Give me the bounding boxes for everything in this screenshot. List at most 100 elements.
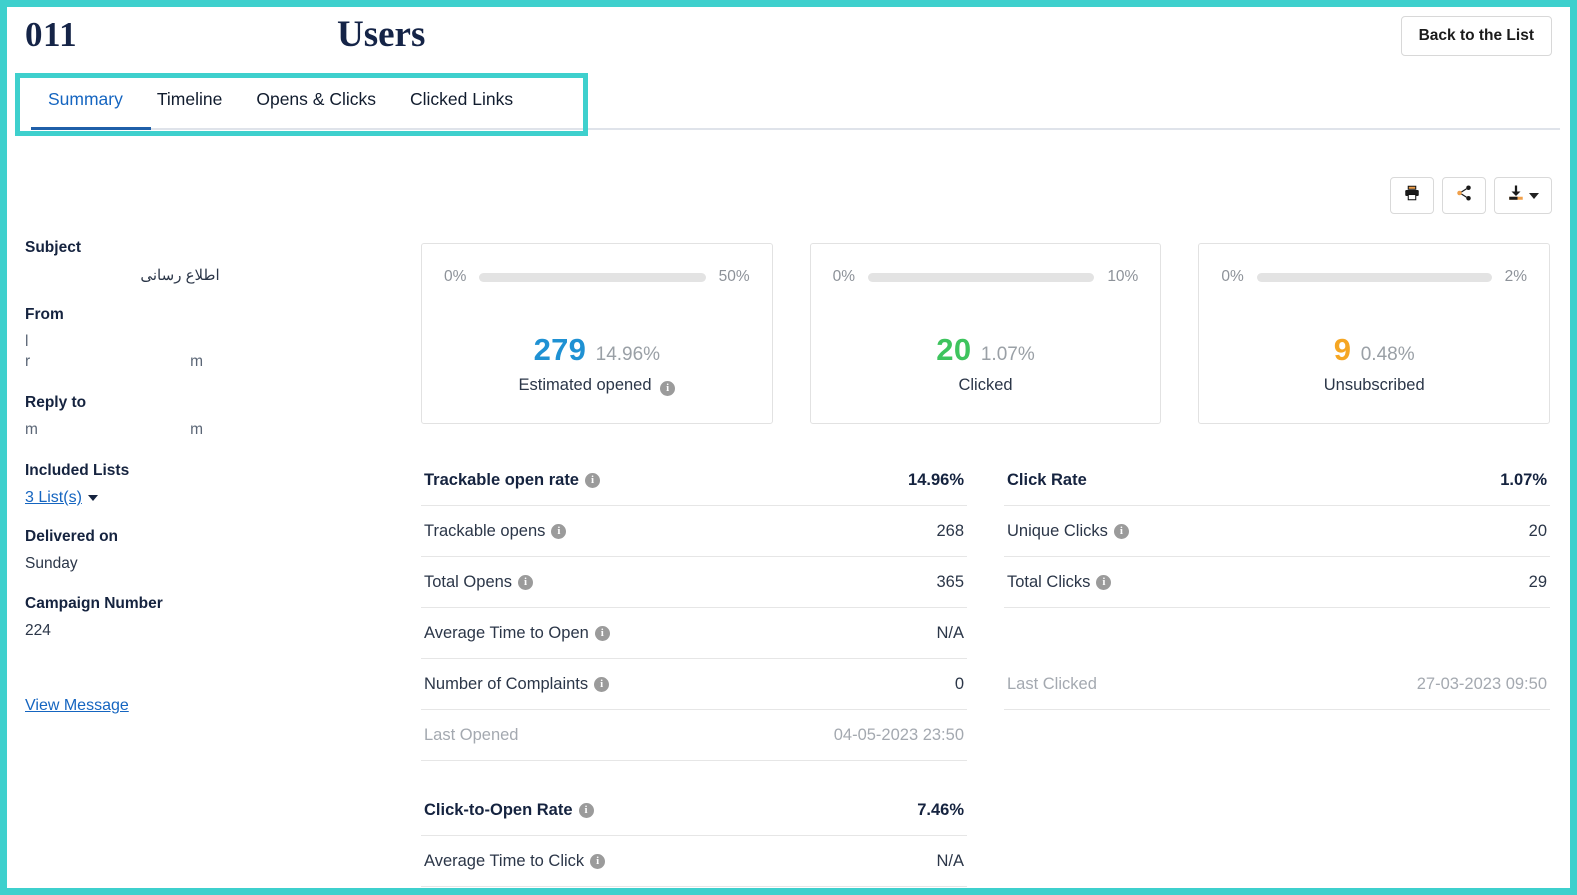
campaign-info-panel: Subject اطلاع رسانی From l r m Reply to … — [25, 239, 405, 715]
progress-row: 0% 2% — [1221, 268, 1527, 286]
row-value: 1.07% — [1500, 470, 1547, 489]
row-label-text: Last Opened — [424, 725, 519, 744]
card-unsubscribed: 0% 2% 9 0.48% Unsubscribed — [1198, 243, 1551, 424]
field-delivered-on: Delivered on Sunday — [25, 528, 405, 574]
card-clicked: 0% 10% 20 1.07% Clicked — [809, 243, 1162, 424]
card-percent: 14.96% — [595, 344, 661, 365]
card-min-label: 0% — [444, 268, 467, 285]
info-icon[interactable]: i — [594, 625, 610, 641]
table-row: Total Opens i 365 — [421, 557, 967, 608]
row-value: 14.96% — [908, 470, 964, 489]
row-label: Trackable opens i — [424, 521, 567, 541]
info-icon[interactable]: i — [594, 676, 610, 692]
card-caption: Unsubscribed — [1199, 376, 1549, 395]
delivered-on-value: Sunday — [25, 555, 78, 572]
row-value: 27-03-2023 09:50 — [1416, 674, 1547, 693]
table-row: Click-to-Open Rate i 7.46% — [421, 785, 967, 836]
row-label: Total Opens i — [424, 572, 534, 592]
card-max-label: 2% — [1504, 268, 1528, 285]
progress-track — [479, 272, 706, 282]
table-row: Total Clicks i 29 — [1004, 557, 1550, 608]
from-label: From — [25, 306, 64, 323]
summary-cards: 0% 50% 279 14.96% Estimated opened i 0% … — [421, 243, 1551, 424]
row-value: 29 — [1528, 572, 1547, 591]
tab-summary[interactable]: Summary — [31, 73, 140, 124]
info-icon[interactable]: i — [1096, 574, 1112, 590]
row-value: 0 — [954, 674, 964, 693]
card-caption: Clicked — [811, 376, 1161, 395]
info-icon[interactable]: i — [578, 802, 594, 818]
row-label-text: Click Rate — [1007, 470, 1087, 489]
row-value: 268 — [936, 521, 964, 540]
back-to-the-list-button[interactable]: Back to the List — [1400, 16, 1552, 56]
row-label: Last Opened — [424, 726, 519, 745]
report-content: Subject اطلاع رسانی From l r m Reply to … — [7, 139, 1570, 888]
reply-to-right: m — [190, 421, 203, 438]
table-row: Last Clicked 27-03-2023 09:50 — [1004, 659, 1550, 710]
info-icon[interactable]: i — [590, 853, 606, 869]
from-email-right: m — [190, 353, 203, 370]
row-label-text: Last Clicked — [1007, 674, 1097, 693]
row-label-text: Trackable open rate — [424, 470, 579, 489]
card-value: 279 — [533, 332, 587, 367]
row-label-text: Total Opens — [424, 572, 513, 591]
card-estimated-opened: 0% 50% 279 14.96% Estimated opened i — [421, 243, 773, 424]
tab-opens-and-clicks[interactable]: Opens & Clicks — [239, 73, 393, 124]
card-caption-text: Unsubscribed — [1323, 376, 1425, 394]
click-to-open-section: Click-to-Open Rate i 7.46% Average Time … — [421, 785, 1550, 887]
subject-label: Subject — [25, 239, 81, 256]
card-numbers: 279 14.96% — [422, 332, 772, 368]
info-icon[interactable]: i — [1113, 523, 1129, 539]
progress-track — [1256, 272, 1492, 282]
row-label: Average Time to Click i — [424, 852, 606, 871]
included-lists-value[interactable]: 3 List(s) — [25, 489, 82, 507]
tab-clicked-links[interactable]: Clicked Links — [393, 73, 530, 124]
info-icon[interactable]: i — [660, 381, 676, 396]
click-to-open-table: Click-to-Open Rate i 7.46% Average Time … — [421, 785, 967, 887]
campaign-report-page: 011 Users Back to the List Summary Timel… — [0, 0, 1577, 895]
row-label: Trackable open rate i — [424, 471, 600, 490]
reply-to-left: m — [25, 421, 38, 438]
row-label-text: Trackable opens — [424, 521, 546, 540]
info-icon[interactable]: i — [585, 472, 600, 488]
delivered-on-label: Delivered on — [25, 528, 119, 545]
campaign-number-label: Campaign Number — [25, 595, 163, 612]
table-row: Trackable open rate i 14.96% — [421, 455, 967, 506]
card-max-label: 50% — [718, 268, 750, 285]
row-value: 7.46% — [917, 800, 964, 819]
info-icon[interactable]: i — [551, 523, 567, 539]
included-lists-dropdown[interactable]: 3 List(s) — [25, 489, 98, 507]
card-max-label: 10% — [1107, 268, 1139, 285]
included-lists-label: Included Lists — [25, 462, 130, 479]
page-title: Users — [337, 14, 426, 55]
campaign-code: 011 — [25, 15, 78, 54]
row-label: Unique Clicks i — [1007, 522, 1129, 541]
tab-list: Summary Timeline Opens & Clicks Clicked … — [7, 73, 1570, 124]
view-message-link[interactable]: View Message — [25, 697, 129, 715]
row-value: 365 — [936, 572, 964, 591]
table-row: Trackable opens i 268 — [421, 506, 967, 557]
row-value: 20 — [1528, 521, 1547, 540]
row-value: 04-05-2023 23:50 — [833, 725, 964, 744]
card-value: 20 — [936, 332, 972, 367]
card-value: 9 — [1333, 332, 1352, 367]
card-percent: 0.48% — [1360, 344, 1415, 365]
card-min-label: 0% — [832, 268, 856, 285]
progress-row: 0% 10% — [833, 268, 1139, 286]
info-icon[interactable]: i — [518, 574, 534, 590]
open-metrics-table: Trackable open rate i 14.96% Trackable o… — [421, 455, 967, 761]
card-numbers: 9 0.48% — [1199, 332, 1549, 368]
field-reply-to: Reply to m m — [25, 394, 405, 441]
chevron-down-icon — [87, 495, 98, 501]
row-label-text: Total Clicks — [1007, 572, 1091, 591]
page-header: 011 Users Back to the List — [7, 7, 1570, 73]
row-value: N/A — [936, 623, 964, 642]
reply-to-label: Reply to — [25, 394, 87, 411]
from-name-row: l — [25, 333, 203, 353]
subject-value: اطلاع رسانی — [140, 267, 220, 284]
card-min-label: 0% — [1221, 268, 1244, 285]
tab-timeline[interactable]: Timeline — [140, 73, 239, 124]
field-included-lists: Included Lists 3 List(s) — [25, 462, 405, 507]
metric-tables: Trackable open rate i 14.96% Trackable o… — [421, 455, 1550, 761]
row-label: Total Clicks i — [1007, 572, 1112, 592]
